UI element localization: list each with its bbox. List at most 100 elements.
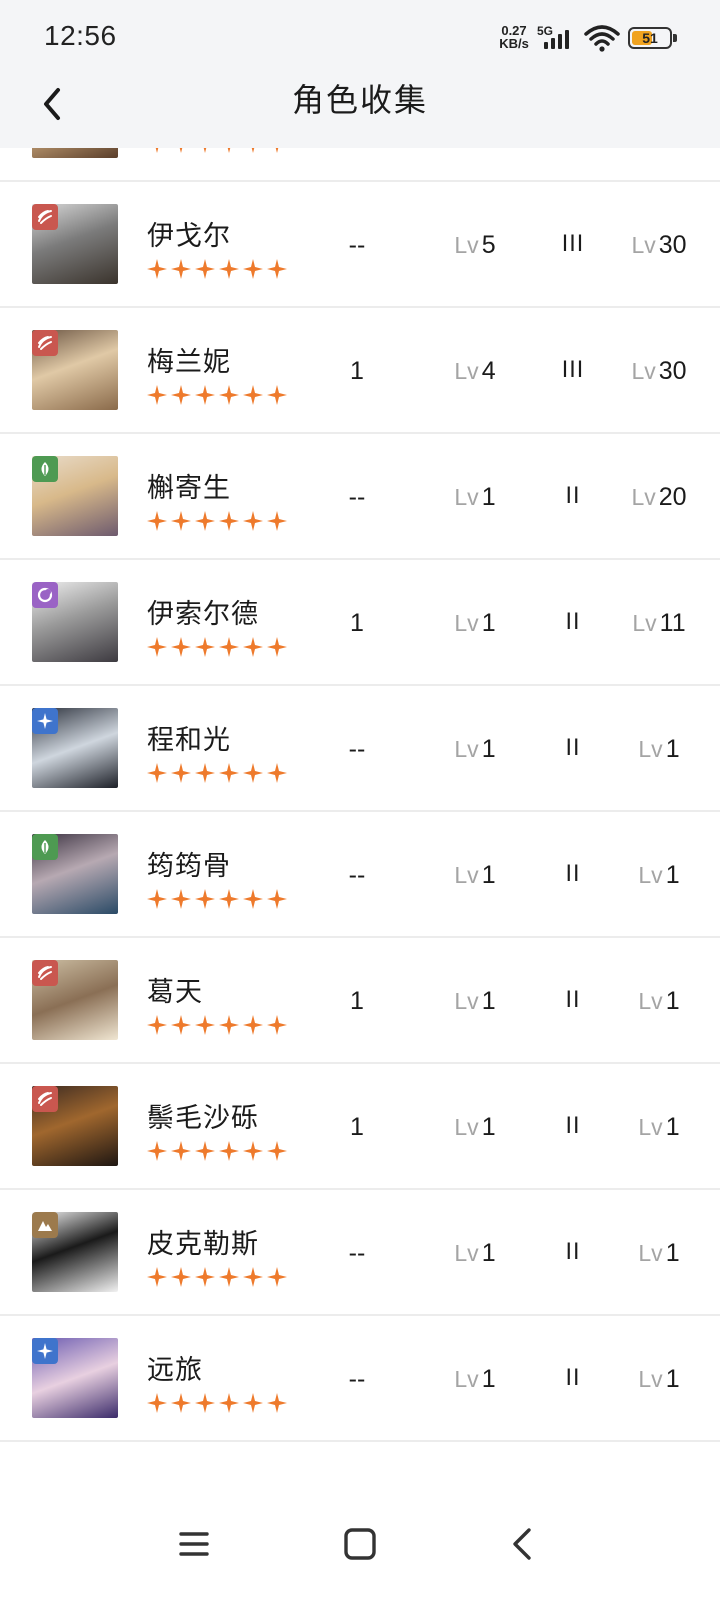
skill-level-value: 1 <box>481 609 496 637</box>
character-duplicates: -- <box>348 483 366 511</box>
character-stars <box>146 762 288 784</box>
character-skill-level: Lv 1 <box>430 983 520 1019</box>
signal-icon <box>544 27 576 49</box>
star-icon <box>219 1015 239 1035</box>
element-badge-hand-icon <box>32 204 58 230</box>
skill-level-value: 1 <box>481 735 496 763</box>
character-duplicates: 1 <box>350 609 364 637</box>
star-icon <box>267 511 287 531</box>
star-icon <box>147 637 167 657</box>
lv-prefix: Lv <box>454 736 479 762</box>
star-icon <box>243 1141 263 1161</box>
character-row[interactable]: 梅兰妮 1 Lv 4 III Lv 30 <box>0 308 720 434</box>
star-icon <box>171 511 191 531</box>
star-icon <box>147 1015 167 1035</box>
character-duplicates: -- <box>348 1239 366 1267</box>
character-stars <box>146 636 288 658</box>
star-icon <box>171 1141 191 1161</box>
character-level: Lv 1 <box>614 1109 704 1145</box>
character-stars <box>146 1014 288 1036</box>
star-icon <box>147 385 167 405</box>
nav-back-button[interactable] <box>492 1514 552 1574</box>
star-icon <box>171 637 191 657</box>
level-value: 1 <box>665 987 680 1015</box>
star-icon <box>171 889 191 909</box>
star-icon <box>219 259 239 279</box>
star-icon <box>179 148 183 153</box>
lv-prefix: Lv <box>454 1114 479 1140</box>
star-icon <box>267 763 287 783</box>
home-square-icon <box>344 1528 376 1560</box>
star-icon <box>171 1015 191 1035</box>
character-tier: II <box>565 736 581 761</box>
star-icon <box>171 1267 191 1287</box>
star-icon <box>155 148 159 153</box>
star-icon <box>195 1015 215 1035</box>
star-icon <box>195 637 215 657</box>
character-level: Lv 1 <box>614 983 704 1019</box>
skill-level-value: 1 <box>481 987 496 1015</box>
star-icon <box>267 889 287 909</box>
star-icon <box>219 1393 239 1413</box>
star-icon <box>275 148 279 153</box>
page-header: 角色收集 <box>0 76 720 148</box>
character-stars <box>146 888 288 910</box>
element-badge-hand-icon <box>32 330 58 356</box>
character-row[interactable]: 程和光 -- Lv 1 II Lv 1 <box>0 686 720 812</box>
star-icon <box>243 385 263 405</box>
menu-button[interactable] <box>164 1514 224 1574</box>
character-row[interactable]: 鬃毛沙砾 1 Lv 1 II Lv 1 <box>0 1064 720 1190</box>
star-icon <box>243 1015 263 1035</box>
star-icon <box>195 511 215 531</box>
character-avatar <box>32 148 118 158</box>
star-icon <box>219 889 239 909</box>
character-skill-level: Lv 1 <box>430 479 520 515</box>
character-list[interactable]: 伊戈尔 -- Lv 5 III Lv 30 梅兰妮 1 Lv 4 III Lv 30 槲寄生 -- Lv 1 II L… <box>0 148 720 1445</box>
character-skill-level: Lv 1 <box>430 857 520 893</box>
battery-icon: 51 <box>628 27 677 49</box>
star-icon <box>195 763 215 783</box>
character-row[interactable]: 皮克勒斯 -- Lv 1 II Lv 1 <box>0 1190 720 1316</box>
menu-icon <box>179 1532 209 1556</box>
skill-level-value: 4 <box>481 357 496 385</box>
character-duplicates: 1 <box>350 357 364 385</box>
character-row[interactable]: 槲寄生 -- Lv 1 II Lv 20 <box>0 434 720 560</box>
star-icon <box>267 1393 287 1413</box>
level-value: 20 <box>658 483 687 511</box>
star-icon <box>219 1267 239 1287</box>
back-chevron-icon <box>513 1528 531 1560</box>
star-icon <box>267 385 287 405</box>
navigation-bar <box>0 1490 720 1600</box>
star-icon <box>147 1267 167 1287</box>
character-tier: II <box>565 988 581 1013</box>
character-stars <box>146 1140 288 1162</box>
character-row[interactable] <box>0 148 720 182</box>
element-badge-leaf-icon <box>32 456 58 482</box>
lv-prefix: Lv <box>454 610 479 636</box>
lv-prefix: Lv <box>638 1366 663 1392</box>
star-icon <box>243 1267 263 1287</box>
character-row[interactable]: 远旅 -- Lv 1 II Lv 1 <box>0 1316 720 1442</box>
skill-level-value: 1 <box>481 1239 496 1267</box>
character-name: 伊戈尔 <box>147 221 231 251</box>
status-time: 12:56 <box>44 20 117 51</box>
star-icon <box>219 511 239 531</box>
character-row[interactable]: 伊索尔德 1 Lv 1 II Lv 11 <box>0 560 720 686</box>
element-badge-hand-icon <box>32 960 58 986</box>
character-row[interactable]: 葛天 1 Lv 1 II Lv 1 <box>0 938 720 1064</box>
character-row[interactable]: 伊戈尔 -- Lv 5 III Lv 30 <box>0 182 720 308</box>
lv-prefix: Lv <box>631 232 656 258</box>
status-bar: 12:56 0.27 KB/s 5G 51 <box>0 0 720 76</box>
character-stars <box>146 384 288 406</box>
star-icon <box>147 511 167 531</box>
home-button[interactable] <box>330 1514 390 1574</box>
star-icon <box>147 1393 167 1413</box>
character-row[interactable]: 筠筠骨 -- Lv 1 II Lv 1 <box>0 812 720 938</box>
character-name: 筠筠骨 <box>147 851 231 881</box>
star-icon <box>195 259 215 279</box>
character-level: Lv 30 <box>614 353 704 389</box>
star-icon <box>171 385 191 405</box>
lv-prefix: Lv <box>638 1114 663 1140</box>
element-badge-leaf-icon <box>32 834 58 860</box>
character-stars <box>146 1392 288 1414</box>
